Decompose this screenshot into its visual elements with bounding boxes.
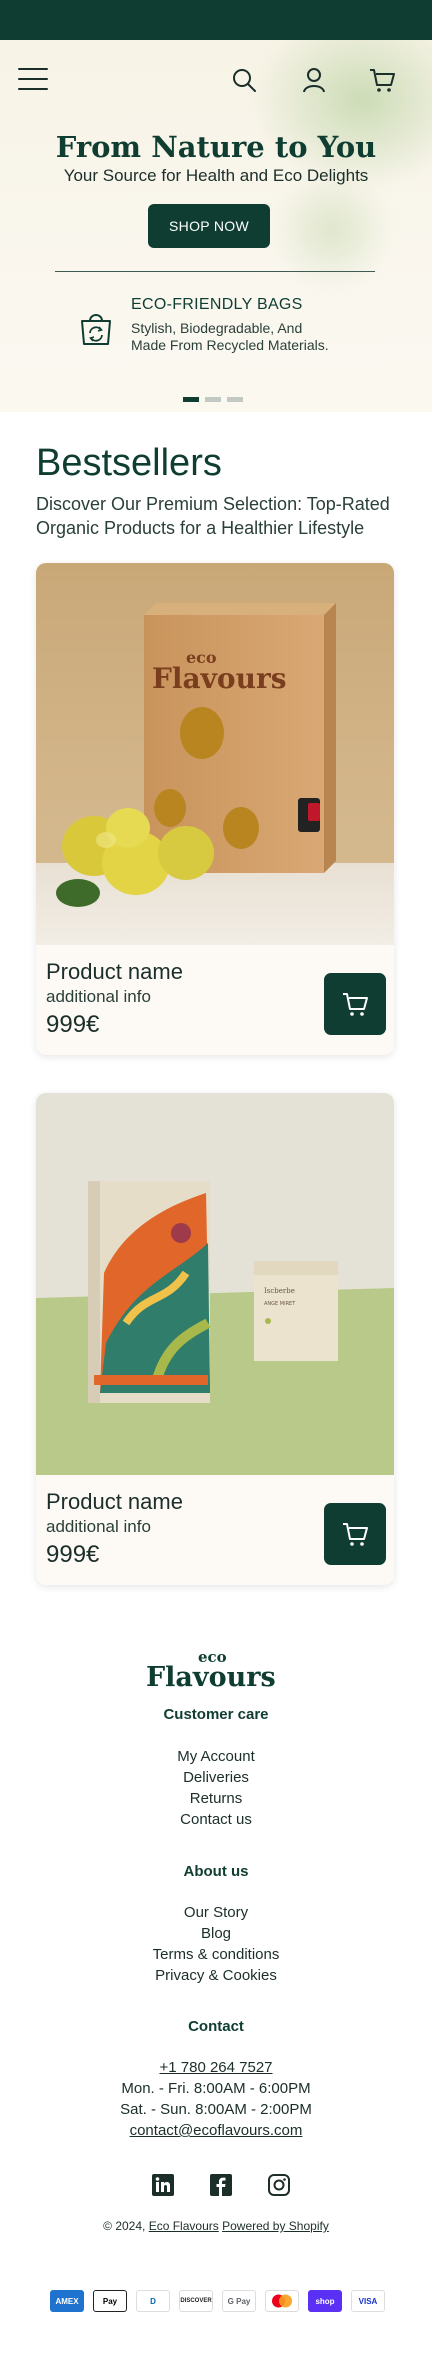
- product-card[interactable]: eco Flavours Product name additional inf…: [36, 563, 394, 1055]
- product-image[interactable]: eco Flavours: [36, 563, 394, 945]
- svg-text:Flavours: Flavours: [152, 662, 286, 695]
- footer-link-deliveries[interactable]: Deliveries: [0, 1767, 432, 1788]
- product-name[interactable]: Product name: [46, 1489, 183, 1515]
- about-us-heading: About us: [183, 1863, 249, 1880]
- customer-care-heading: Customer care: [163, 1706, 269, 1723]
- visa-icon: VISA: [351, 2290, 385, 2312]
- add-to-cart-button[interactable]: [324, 1503, 386, 1565]
- google-pay-icon: G Pay: [222, 2290, 256, 2312]
- hero-banner: From Nature to You Your Source for Healt…: [0, 40, 432, 412]
- social-links: [150, 2174, 290, 2198]
- footer-logo[interactable]: eco Flavours: [146, 1648, 296, 1693]
- hamburger-menu-icon[interactable]: [18, 68, 48, 92]
- add-to-cart-button[interactable]: [324, 973, 386, 1035]
- customer-care-links: My Account Deliveries Returns Contact us: [0, 1746, 432, 1830]
- section-title: Bestsellers: [36, 442, 222, 484]
- logo-text-flavours: Flavours: [146, 1662, 276, 1690]
- email-link[interactable]: contact@ecoflavours.com: [0, 2120, 432, 2141]
- contact-heading: Contact: [188, 2018, 244, 2035]
- shop-now-button[interactable]: SHOP NOW: [148, 204, 270, 248]
- product-name[interactable]: Product name: [46, 959, 183, 985]
- shop-pay-icon: shop: [308, 2290, 342, 2312]
- product-price: 999€: [46, 1011, 100, 1038]
- mastercard-icon: [265, 2290, 299, 2312]
- cart-icon: [343, 1523, 368, 1546]
- about-us-links: Our Story Blog Terms & conditions Privac…: [0, 1902, 432, 1986]
- section-description: Discover Our Premium Selection: Top-Rate…: [36, 494, 390, 538]
- feature-line: Made From Recycled Materials.: [131, 337, 329, 353]
- hours-weekend: Sat. - Sun. 8:00AM - 2:00PM: [120, 2101, 312, 2118]
- apple-pay-icon: Pay: [93, 2290, 127, 2312]
- svg-text:ANGE MIRET: ANGE MIRET: [264, 1301, 296, 1307]
- slider-dot-1[interactable]: [183, 397, 199, 402]
- footer-link-returns[interactable]: Returns: [0, 1788, 432, 1809]
- product-info: additional info: [46, 1517, 151, 1536]
- phone-link[interactable]: +1 780 264 7527: [0, 2057, 432, 2078]
- announcement-bar: [0, 0, 432, 40]
- footer-link-our-story[interactable]: Our Story: [0, 1902, 432, 1923]
- feature-title: ECO-FRIENDLY BAGS: [131, 296, 303, 313]
- amex-icon: AMEX: [50, 2290, 84, 2312]
- feature-description: Stylish, Biodegradable, And Made From Re…: [131, 320, 371, 354]
- copyright-year: © 2024,: [103, 2219, 146, 2233]
- footer-link-privacy[interactable]: Privacy & Cookies: [0, 1965, 432, 1986]
- cart-icon: [343, 993, 368, 1016]
- product-image[interactable]: Iscberbe ANGE MIRET: [36, 1093, 394, 1475]
- facebook-icon[interactable]: [210, 2174, 232, 2196]
- copyright: © 2024, Eco Flavours Powered by Shopify: [0, 2219, 432, 2233]
- leaf-blur-decoration: [272, 170, 392, 290]
- divider: [55, 271, 375, 272]
- product-card[interactable]: Iscberbe ANGE MIRET Product name additio…: [36, 1093, 394, 1585]
- footer-link-contact-us[interactable]: Contact us: [0, 1809, 432, 1830]
- linkedin-icon[interactable]: [152, 2174, 174, 2196]
- account-icon[interactable]: [300, 66, 328, 94]
- contact-details: +1 780 264 7527 Mon. - Fri. 8:00AM - 6:0…: [0, 2057, 432, 2141]
- hero-subtitle: Your Source for Health and Eco Delights: [63, 166, 369, 185]
- site-header: [0, 62, 432, 98]
- cart-icon[interactable]: [368, 66, 396, 94]
- copyright-brand-link[interactable]: Eco Flavours: [149, 2219, 219, 2233]
- slider-dots: [183, 387, 249, 402]
- hours-weekday: Mon. - Fri. 8:00AM - 6:00PM: [121, 2080, 311, 2097]
- footer-link-terms[interactable]: Terms & conditions: [0, 1944, 432, 1965]
- recycle-bag-icon: [76, 308, 116, 348]
- footer-link-blog[interactable]: Blog: [0, 1923, 432, 1944]
- slider-dot-3[interactable]: [227, 397, 243, 402]
- feature-line: Stylish, Biodegradable, And: [131, 320, 303, 336]
- search-icon[interactable]: [230, 66, 258, 94]
- discover-icon: DISCOVER: [179, 2290, 213, 2312]
- product-price: 999€: [46, 1541, 100, 1568]
- slider-dot-2[interactable]: [205, 397, 221, 402]
- footer-link-my-account[interactable]: My Account: [0, 1746, 432, 1767]
- svg-text:Iscberbe: Iscberbe: [264, 1287, 295, 1295]
- instagram-icon[interactable]: [268, 2174, 290, 2196]
- diners-club-icon: D: [136, 2290, 170, 2312]
- product-info: additional info: [46, 987, 151, 1006]
- powered-by-link[interactable]: Powered by Shopify: [222, 2219, 329, 2233]
- hero-title: From Nature to You: [55, 130, 377, 164]
